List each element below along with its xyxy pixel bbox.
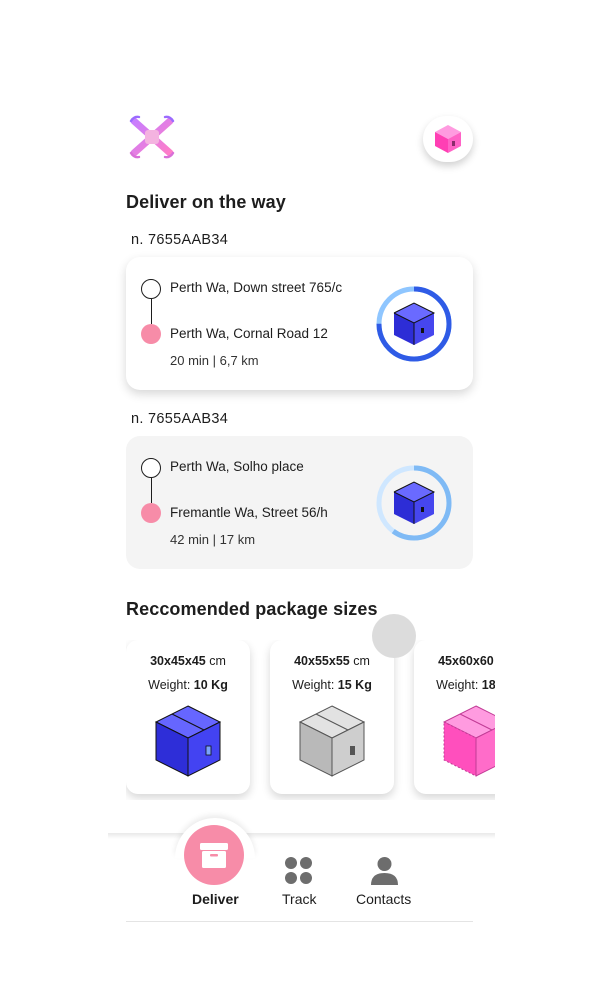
packages-section-title: Reccomended package sizes	[126, 599, 378, 619]
blue-box-icon	[154, 705, 222, 777]
route-line	[150, 478, 152, 503]
package-card[interactable]: 45x60x60 cm Weight: 18 Kg	[414, 640, 495, 794]
nav-label-deliver[interactable]: Deliver	[192, 891, 239, 907]
app-screen: Deliver on the way n. 7655AAB34 Perth Wa…	[0, 0, 600, 1000]
package-card[interactable]: 40x55x55 cm Weight: 15 Kg	[270, 640, 394, 794]
nav-deliver-button[interactable]	[184, 825, 244, 885]
gray-box-icon	[298, 705, 366, 777]
origin-dot	[141, 458, 161, 478]
pink-box-icon	[435, 125, 461, 153]
order-number: n. 7655AAB34	[131, 411, 229, 427]
destination-address: Fremantle Wa, Street 56/h	[170, 505, 328, 520]
pink-box-icon	[442, 705, 495, 777]
destination-address: Perth Wa, Cornal Road 12	[170, 326, 328, 341]
profile-button[interactable]	[423, 116, 473, 162]
bottom-nav-shadow	[108, 833, 495, 839]
nav-label-track[interactable]: Track	[282, 891, 316, 907]
destination-dot	[141, 503, 161, 523]
person-icon[interactable]	[370, 856, 399, 885]
destination-dot	[141, 324, 161, 344]
route-line	[150, 299, 152, 324]
origin-address: Perth Wa, Down street 765/c	[170, 280, 343, 295]
route-card-active[interactable]: Perth Wa, Down street 765/c Perth Wa, Co…	[126, 257, 473, 390]
package-weight: Weight: 18 Kg	[436, 678, 495, 692]
delivery-progress-ring	[376, 286, 452, 362]
deliver-section-title: Deliver on the way	[126, 192, 286, 212]
package-dims: 30x45x45 cm	[150, 654, 226, 668]
origin-dot	[141, 279, 161, 299]
scroll-handle[interactable]	[372, 614, 416, 658]
package-dims: 45x60x60 cm	[438, 654, 494, 668]
origin-address: Perth Wa, Solho place	[170, 459, 304, 474]
trip-meta: 42 min | 17 km	[170, 532, 256, 547]
grid-dots-icon[interactable]	[284, 856, 313, 885]
package-card[interactable]: 30x45x45 cm Weight: 10 Kg	[126, 640, 250, 794]
package-weight: Weight: 10 Kg	[148, 678, 228, 692]
archive-box-icon	[200, 843, 228, 868]
package-dims: 40x55x55 cm	[294, 654, 370, 668]
order-number: n. 7655AAB34	[131, 232, 229, 248]
nav-divider	[126, 921, 473, 922]
delivery-progress-ring	[376, 465, 452, 541]
package-carousel[interactable]: 30x45x45 cm Weight: 10 Kg 40x55x55 cm We…	[126, 640, 495, 800]
trip-meta: 20 min | 6,7 km	[170, 353, 259, 368]
drone-icon[interactable]	[128, 115, 176, 159]
package-weight: Weight: 15 Kg	[292, 678, 372, 692]
route-card-inactive[interactable]: Perth Wa, Solho place Fremantle Wa, Stre…	[126, 436, 473, 569]
nav-label-contacts[interactable]: Contacts	[356, 891, 411, 907]
